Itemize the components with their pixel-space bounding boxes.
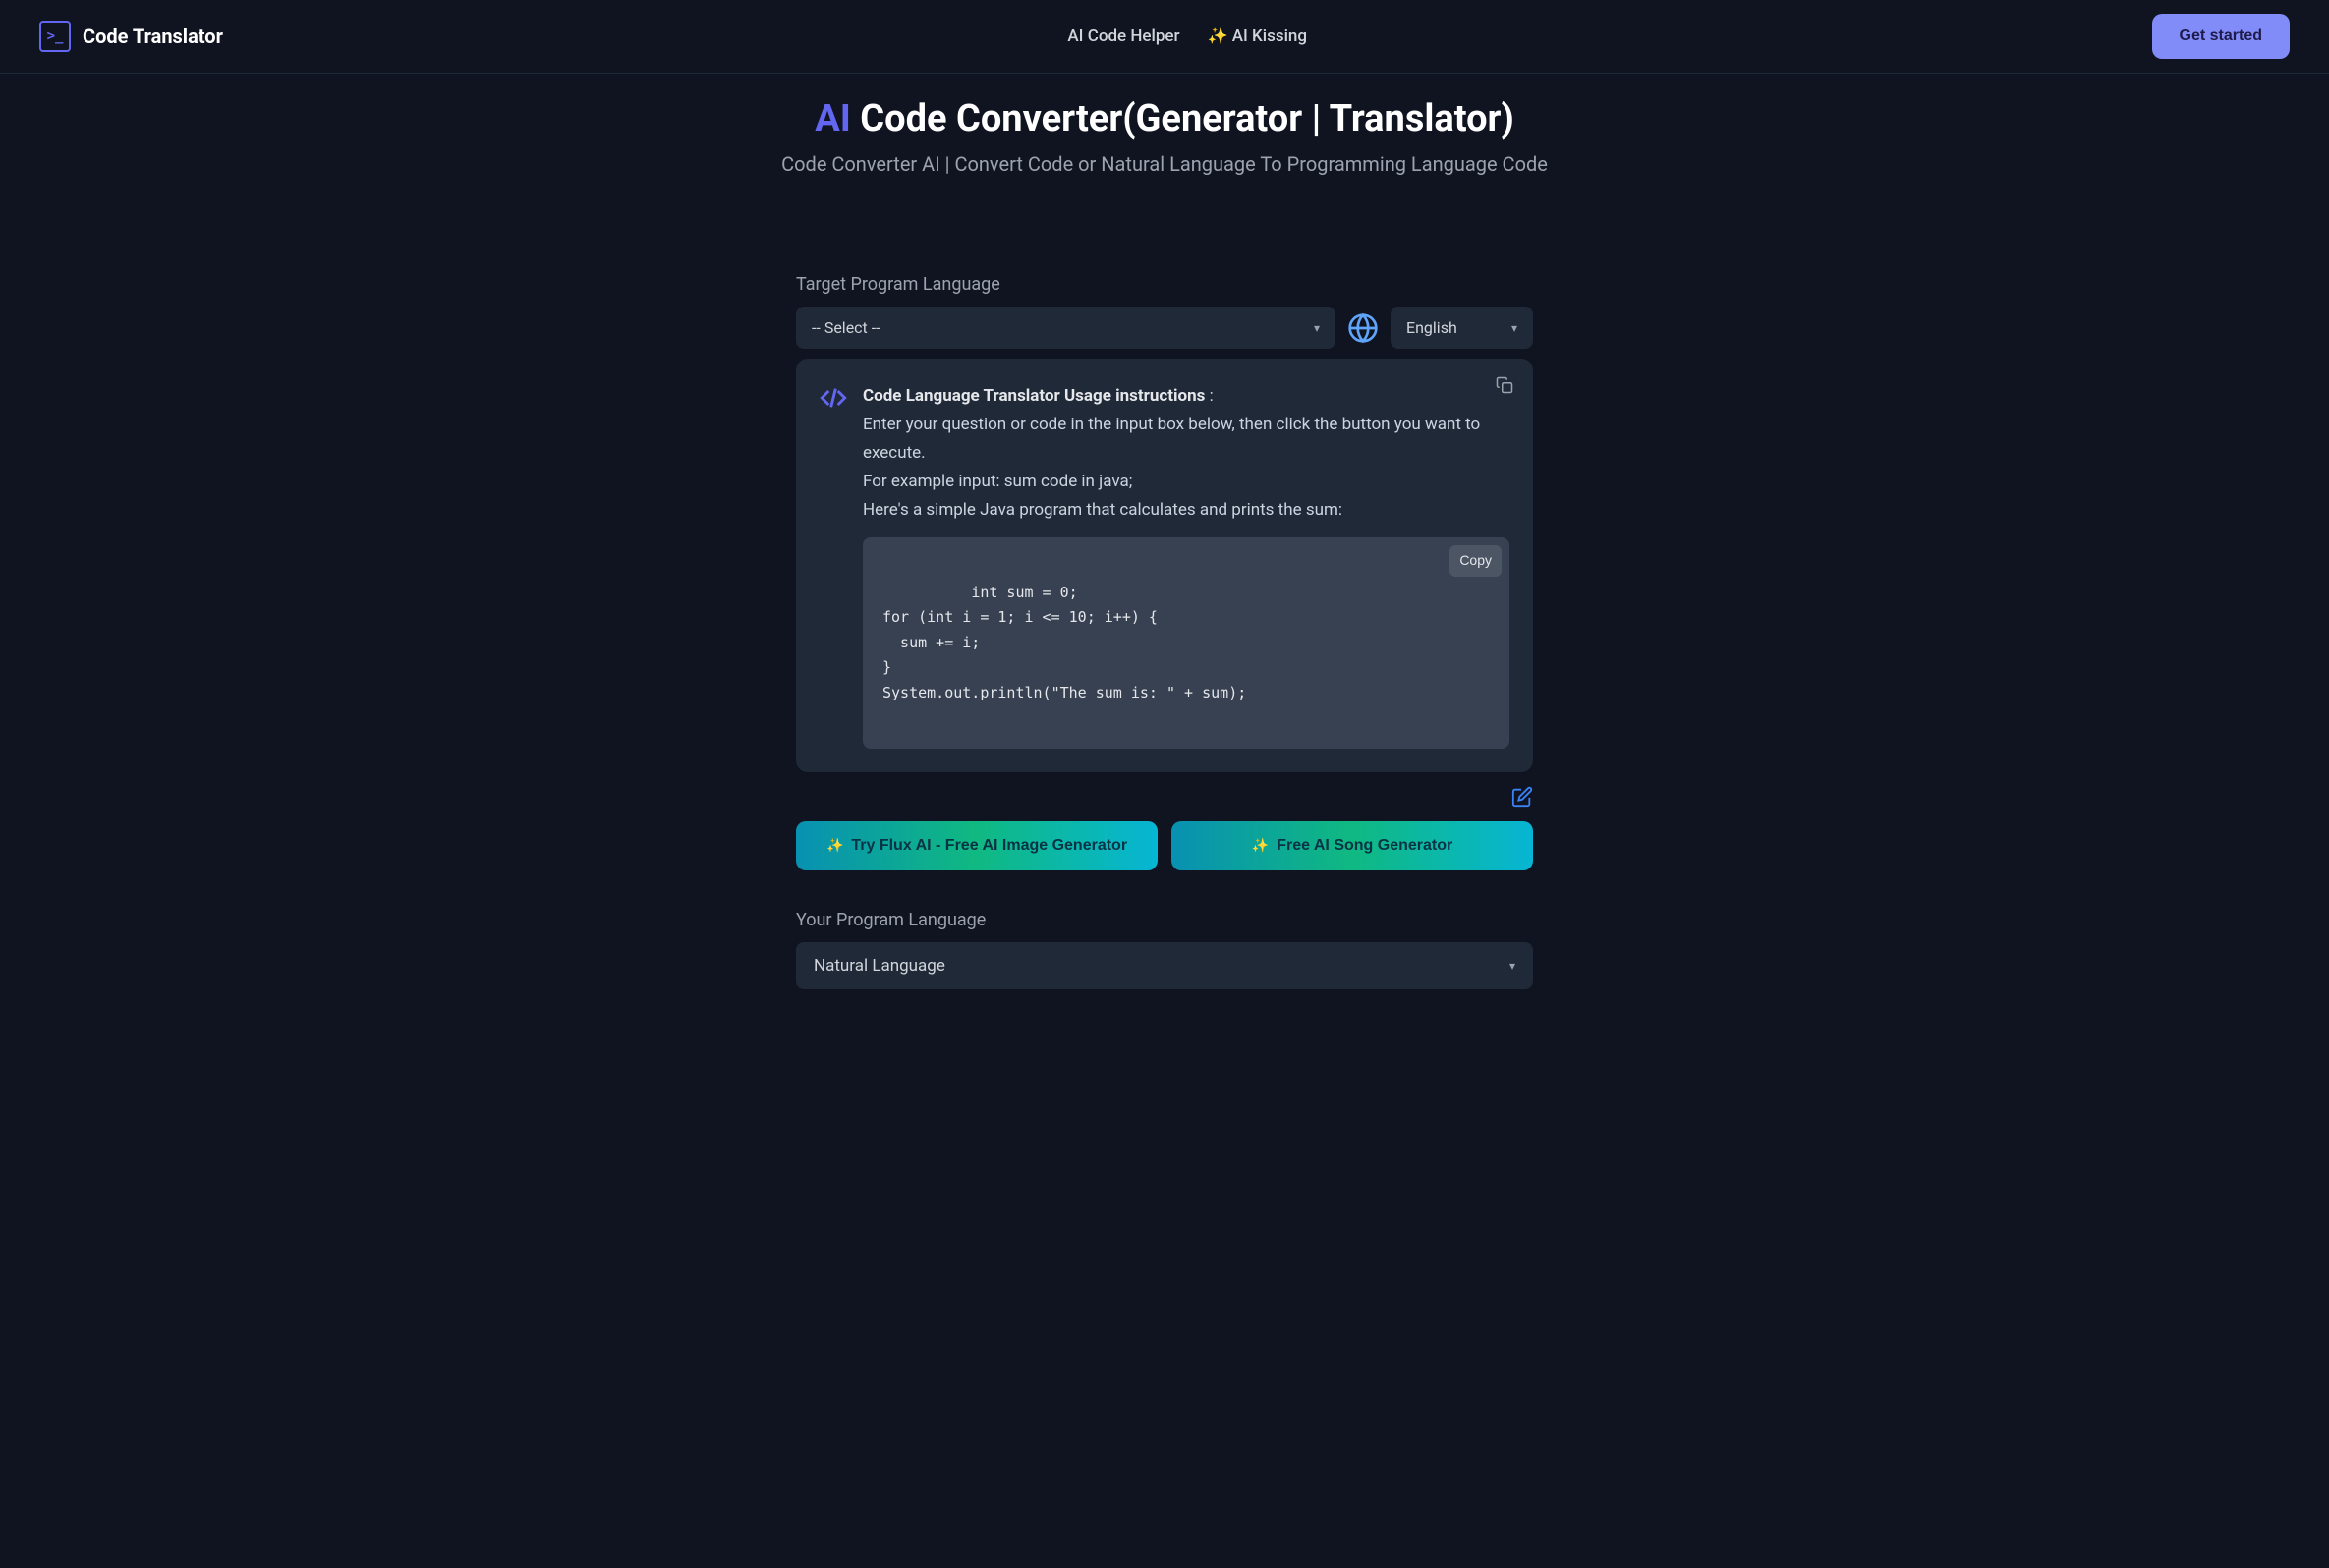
song-generator-promo-button[interactable]: ✨ Free AI Song Generator bbox=[1171, 821, 1533, 870]
chevron-down-icon: ▾ bbox=[1511, 321, 1517, 335]
main-content: Target Program Language -- Select -- ▾ E… bbox=[776, 274, 1553, 1029]
nav-ai-kissing[interactable]: ✨ AI Kissing bbox=[1208, 27, 1308, 46]
brand-group: >_ Code Translator bbox=[39, 21, 223, 52]
nav-ai-code-helper[interactable]: AI Code Helper bbox=[1067, 27, 1179, 46]
nav-ai-kissing-label: AI Kissing bbox=[1232, 27, 1307, 46]
brand-text: Code Translator bbox=[83, 25, 223, 48]
sparkle-icon: ✨ bbox=[1208, 27, 1228, 46]
flux-ai-promo-button[interactable]: ✨ Try Flux AI - Free AI Image Generator bbox=[796, 821, 1158, 870]
song-promo-label: Free AI Song Generator bbox=[1277, 837, 1452, 855]
your-language-select[interactable]: Natural Language ▾ bbox=[796, 942, 1533, 989]
your-language-label: Your Program Language bbox=[796, 910, 1533, 930]
instructions-line-1: Enter your question or code in the input… bbox=[863, 411, 1509, 468]
code-brackets-icon bbox=[820, 384, 847, 412]
copy-code-button[interactable]: Copy bbox=[1449, 545, 1502, 577]
target-language-value: -- Select -- bbox=[812, 318, 880, 337]
your-language-value: Natural Language bbox=[814, 956, 945, 976]
example-code-block: Copy int sum = 0; for (int i = 1; i <= 10… bbox=[863, 537, 1509, 749]
target-selects-row: -- Select -- ▾ English ▾ bbox=[796, 307, 1533, 349]
instructions-line-3: Here's a simple Java program that calcul… bbox=[863, 496, 1509, 525]
page-title: AI Code Converter(Generator | Translator… bbox=[20, 97, 2309, 140]
output-language-value: English bbox=[1406, 318, 1457, 337]
sparkle-icon: ✨ bbox=[826, 837, 843, 854]
chevron-down-icon: ▾ bbox=[1314, 321, 1320, 335]
get-started-button[interactable]: Get started bbox=[2152, 14, 2290, 59]
copy-card-icon[interactable] bbox=[1496, 376, 1513, 394]
example-code-text: int sum = 0; for (int i = 1; i <= 10; i+… bbox=[882, 584, 1246, 701]
app-header: >_ Code Translator AI Code Helper ✨ AI K… bbox=[0, 0, 2329, 74]
output-language-select[interactable]: English ▾ bbox=[1391, 307, 1533, 349]
title-rest: Code Converter(Generator | Translator) bbox=[851, 97, 1514, 140]
instructions-title: Code Language Translator Usage instructi… bbox=[863, 386, 1205, 406]
target-language-select[interactable]: -- Select -- ▾ bbox=[796, 307, 1335, 349]
edit-icon[interactable] bbox=[1511, 786, 1533, 808]
target-language-label: Target Program Language bbox=[796, 274, 1533, 295]
instructions-header: Code Language Translator Usage instructi… bbox=[820, 382, 1509, 749]
top-nav: AI Code Helper ✨ AI Kissing bbox=[1067, 27, 1307, 46]
title-accent: AI bbox=[815, 97, 851, 140]
chevron-down-icon: ▾ bbox=[1509, 959, 1515, 973]
promo-row: ✨ Try Flux AI - Free AI Image Generator … bbox=[796, 821, 1533, 870]
instructions-body: Code Language Translator Usage instructi… bbox=[863, 382, 1509, 749]
flux-promo-label: Try Flux AI - Free AI Image Generator bbox=[851, 837, 1127, 855]
instructions-line-2: For example input: sum code in java; bbox=[863, 468, 1509, 496]
sparkle-icon: ✨ bbox=[1252, 837, 1269, 854]
edit-row bbox=[796, 786, 1533, 808]
instructions-colon: : bbox=[1205, 386, 1213, 406]
globe-icon bbox=[1347, 312, 1379, 344]
page-subtitle: Code Converter AI | Convert Code or Natu… bbox=[20, 152, 2309, 176]
hero-section: AI Code Converter(Generator | Translator… bbox=[0, 74, 2329, 215]
logo-icon: >_ bbox=[39, 21, 71, 52]
instructions-card: Code Language Translator Usage instructi… bbox=[796, 359, 1533, 772]
